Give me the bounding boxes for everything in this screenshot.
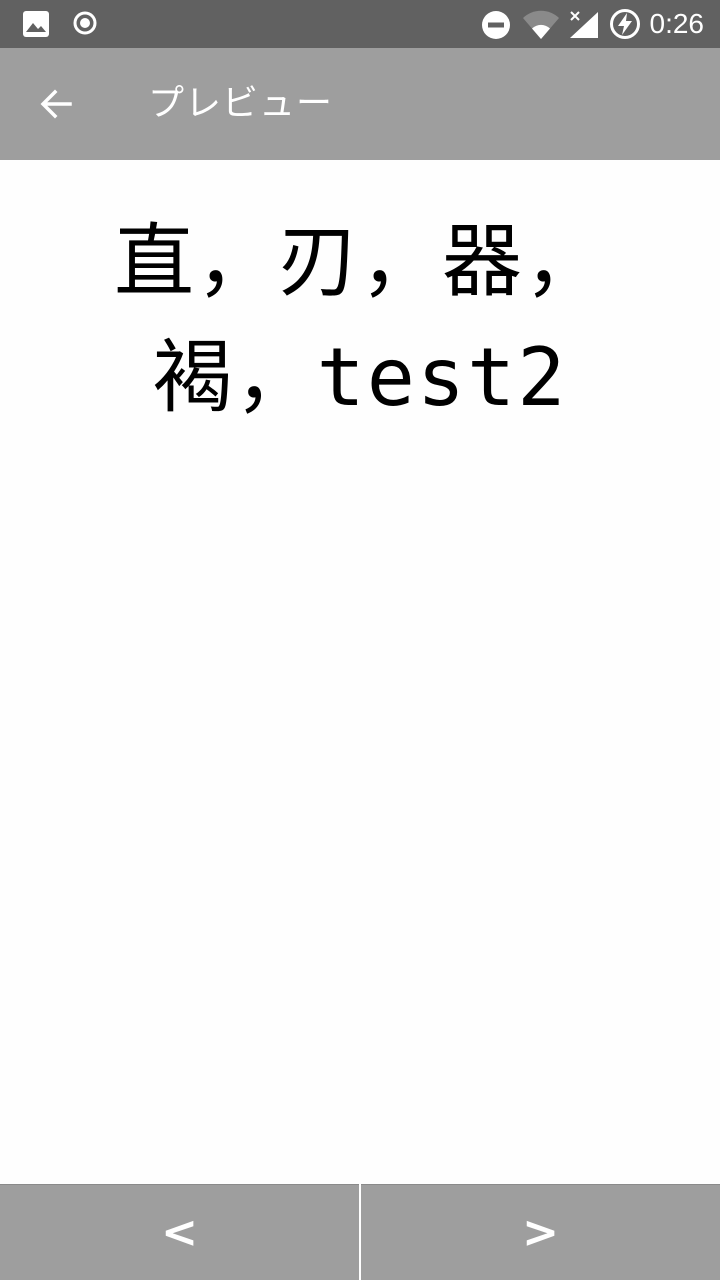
battery-charging-icon xyxy=(609,8,641,44)
previous-button[interactable]: < xyxy=(0,1184,359,1280)
arrow-back-icon xyxy=(40,89,72,119)
image-icon xyxy=(22,10,50,42)
sync-circle-icon xyxy=(72,10,98,40)
app-bar: プレビュー xyxy=(0,48,720,160)
page-title: プレビュー xyxy=(148,83,334,124)
signal-no-data-icon xyxy=(568,10,600,44)
back-button[interactable] xyxy=(20,68,92,140)
do-not-disturb-icon xyxy=(481,10,511,44)
preview-text: 直，刃，器，褐，test2 xyxy=(114,215,606,424)
next-button[interactable]: > xyxy=(361,1184,720,1280)
status-time: 0:26 xyxy=(649,8,705,39)
bottom-nav-bar: < > xyxy=(0,1184,720,1280)
preview-content: 直，刃，器，褐，test2 xyxy=(0,160,720,1184)
status-bar: 0:26 xyxy=(0,0,720,48)
wifi-icon xyxy=(522,10,560,44)
